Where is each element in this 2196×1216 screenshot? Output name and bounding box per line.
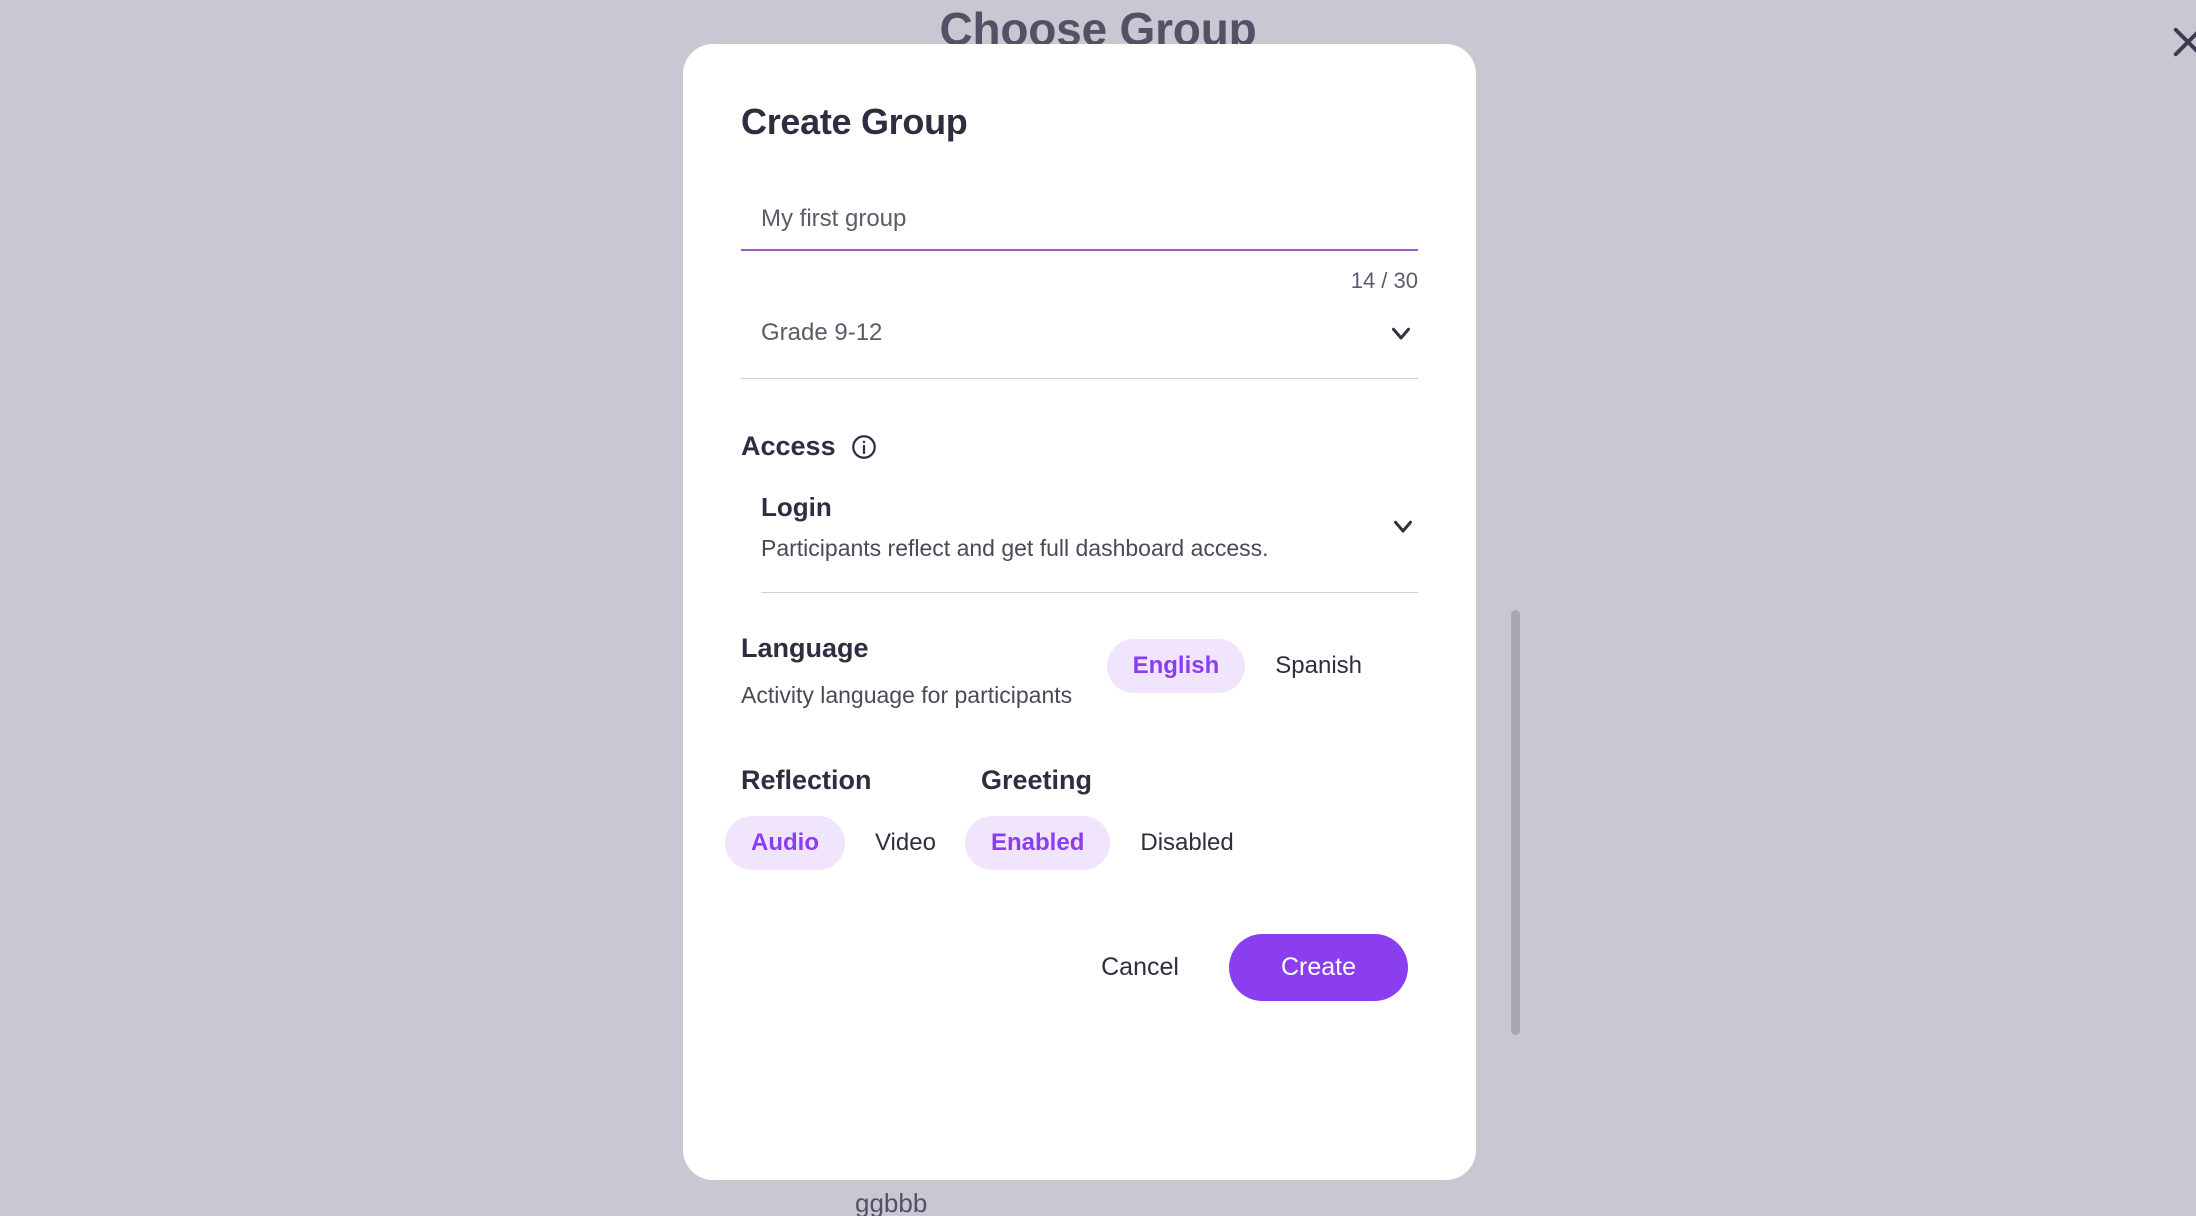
overlay-scrollbar[interactable] — [1511, 610, 1520, 1035]
access-section-header: Access — [741, 431, 1418, 462]
reflection-option-video[interactable]: Video — [849, 816, 962, 870]
language-sublabel: Activity language for participants — [741, 682, 1073, 708]
greeting-toggle-group: Enabled Disabled — [965, 816, 1260, 870]
greeting-label: Greeting — [981, 765, 1093, 795]
language-option-english[interactable]: English — [1106, 639, 1246, 693]
access-option-description: Participants reflect and get full dashbo… — [761, 535, 1269, 561]
access-label: Access — [741, 431, 836, 461]
language-option-spanish[interactable]: Spanish — [1249, 639, 1388, 693]
access-option-text: Login Participants reflect and get full … — [761, 490, 1269, 562]
close-icon — [2173, 27, 2196, 57]
chevron-down-icon — [1394, 520, 1412, 533]
reflection-greeting-row: Reflection Audio Video Greeting Enabled … — [725, 765, 1418, 870]
chevron-down-icon — [1392, 327, 1410, 340]
group-name-field: 14 / 30 — [741, 205, 1418, 294]
create-group-dialog: Create Group 14 / 30 Grade 9-12 Access L… — [683, 44, 1476, 1180]
reflection-label: Reflection — [741, 765, 872, 795]
close-dialog-button[interactable] — [2160, 14, 2196, 70]
character-counter: 14 / 30 — [1350, 268, 1418, 293]
language-toggle-group: English Spanish — [1106, 639, 1388, 693]
create-button[interactable]: Create — [1228, 934, 1408, 1001]
access-option-login[interactable]: Login Participants reflect and get full … — [761, 490, 1418, 593]
info-icon[interactable] — [850, 433, 878, 461]
reflection-option-audio[interactable]: Audio — [725, 816, 845, 870]
cancel-button[interactable]: Cancel — [1095, 943, 1185, 992]
dialog-footer: Cancel Create — [741, 934, 1418, 1001]
language-labels: Language Activity language for participa… — [741, 633, 1072, 709]
greeting-option-enabled[interactable]: Enabled — [965, 816, 1111, 870]
reflection-section: Reflection Audio Video — [725, 765, 981, 870]
language-label: Language — [741, 633, 869, 663]
language-section: Language Activity language for participa… — [741, 633, 1418, 709]
grade-select-value: Grade 9-12 — [761, 319, 883, 346]
greeting-section: Greeting Enabled Disabled — [965, 765, 1260, 870]
reflection-toggle-group: Audio Video — [725, 816, 981, 870]
greeting-option-disabled[interactable]: Disabled — [1114, 816, 1259, 870]
group-name-input[interactable] — [741, 205, 1418, 251]
access-option-title: Login — [761, 492, 832, 522]
dialog-title: Create Group — [741, 101, 968, 142]
grade-select[interactable]: Grade 9-12 — [741, 318, 1418, 379]
